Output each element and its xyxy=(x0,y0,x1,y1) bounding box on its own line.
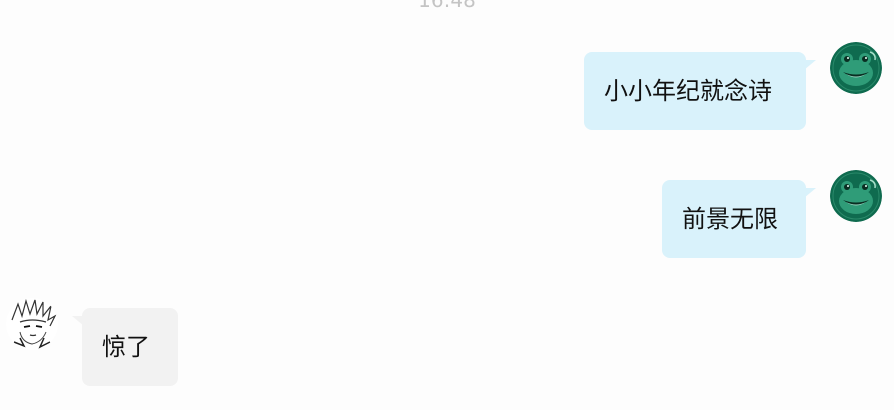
message-timestamp: 16:48 xyxy=(418,0,476,12)
bubble-tail xyxy=(804,60,816,70)
message-text: 惊了 xyxy=(102,333,150,361)
sketch-character-avatar-icon[interactable] xyxy=(6,298,58,350)
incoming-message-bubble[interactable]: 惊了 xyxy=(82,308,178,386)
message-text: 小小年纪就念诗 xyxy=(604,77,772,105)
green-frog-avatar-icon[interactable] xyxy=(830,42,882,94)
chat-window: 16:48 小小年纪就念诗 前景无限 惊了 xyxy=(0,0,894,410)
bubble-tail xyxy=(804,188,816,198)
message-text: 前景无限 xyxy=(682,205,778,233)
outgoing-message-bubble[interactable]: 小小年纪就念诗 xyxy=(584,52,806,130)
outgoing-message-bubble[interactable]: 前景无限 xyxy=(662,180,806,258)
green-frog-avatar-icon[interactable] xyxy=(830,170,882,222)
